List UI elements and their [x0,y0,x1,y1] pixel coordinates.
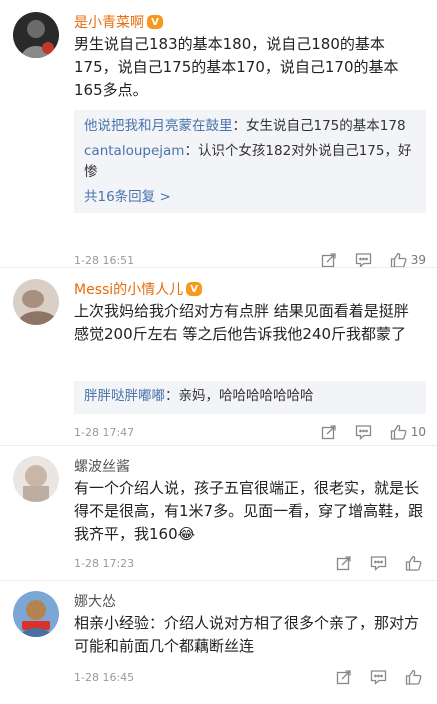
reply-item[interactable]: 胖胖哒胖嘟嘟：亲妈，哈哈哈哈哈哈哈 [84,386,416,407]
comment-item: 是小青菜啊 V 男生说自己183的基本180，说自己180的基本175，说自己1… [0,0,437,268]
comment-icon [370,670,387,685]
comment-item: Messi的小情人儿 V 上次我妈给我介绍对方有点胖 结果见面看着是挺胖 感觉2… [0,268,437,446]
reply-box[interactable]: 他说把我和月亮蒙在鼓里：女生说自己175的基本178 cantaloupejam… [74,110,426,213]
like-count: 10 [410,425,426,439]
like-button[interactable] [405,669,426,685]
like-count: 39 [410,253,426,267]
laughing-emoji-icon: 😂 [177,525,196,543]
comment-text: 相亲小经验：介绍人说对方相了很多个亲了，那对方可能和前面几个都藕断丝连 [74,614,420,655]
share-icon [336,556,351,571]
comment-icon [370,556,387,571]
vip-badge: V [147,15,163,29]
share-button[interactable] [321,252,337,268]
comment-button[interactable] [370,555,387,571]
like-icon [405,669,422,685]
timestamp: 1-28 17:47 [74,425,135,439]
share-button[interactable] [336,555,352,571]
share-button[interactable] [321,424,337,440]
vip-badge: V [186,282,203,296]
timestamp: 1-28 16:45 [74,670,135,684]
comment-item: 娜大怂 相亲小经验：介绍人说对方相了很多个亲了，那对方可能和前面几个都藕断丝连 … [0,581,437,704]
comment-text: 有一个介绍人说，孩子五官很端正，很老实，就是长得不是很高，有1米7多。见面一看，… [74,479,424,543]
comment-button[interactable] [355,252,372,268]
avatar[interactable] [13,279,59,325]
like-icon [390,424,407,440]
avatar[interactable] [13,12,59,58]
timestamp: 1-28 17:23 [74,556,135,570]
share-icon [321,425,336,440]
comment-button[interactable] [370,669,387,685]
share-icon [336,670,351,685]
reply-item[interactable]: 他说把我和月亮蒙在鼓里：女生说自己175的基本178 [84,116,416,137]
share-button[interactable] [336,669,352,685]
more-replies-link[interactable]: 共16条回复 > [84,187,416,207]
comment-list: 是小青菜啊 V 男生说自己183的基本180，说自己180的基本175，说自己1… [0,0,437,704]
comment-button[interactable] [355,424,372,440]
username[interactable]: Messi的小情人儿 [74,279,183,299]
comment-text: 上次我妈给我介绍对方有点胖 结果见面看着是挺胖 感觉200斤左右 等之后他告诉我… [74,302,409,343]
username[interactable]: 是小青菜啊 [74,12,144,32]
like-button[interactable]: 10 [390,424,426,440]
reply-text: 女生说自己175的基本178 [246,118,406,134]
like-icon [390,252,407,268]
reply-username[interactable]: cantaloupejam [84,143,184,159]
like-icon [405,555,422,571]
avatar[interactable] [13,591,59,637]
comment-item: 螺波丝酱 有一个介绍人说，孩子五官很端正，很老实，就是长得不是很高，有1米7多。… [0,446,437,581]
reply-username[interactable]: 他说把我和月亮蒙在鼓里 [84,118,233,134]
reply-box[interactable]: 胖胖哒胖嘟嘟：亲妈，哈哈哈哈哈哈哈 [74,381,426,414]
reply-username[interactable]: 胖胖哒胖嘟嘟 [84,388,165,404]
reply-text: 亲妈，哈哈哈哈哈哈哈 [178,388,314,404]
username[interactable]: 娜大怂 [74,591,116,611]
comment-icon [355,253,371,268]
comment-text: 男生说自己183的基本180，说自己180的基本175，说自己175的基本170… [74,35,399,99]
comment-icon [355,425,371,440]
share-icon [321,253,336,268]
username[interactable]: 螺波丝酱 [74,456,130,476]
timestamp: 1-28 16:51 [74,253,135,267]
reply-item[interactable]: cantaloupejam：认识个女孩182对外说自己175，好惨 [84,141,416,183]
like-button[interactable]: 39 [390,252,426,268]
like-button[interactable] [405,555,426,571]
avatar[interactable] [13,456,59,502]
